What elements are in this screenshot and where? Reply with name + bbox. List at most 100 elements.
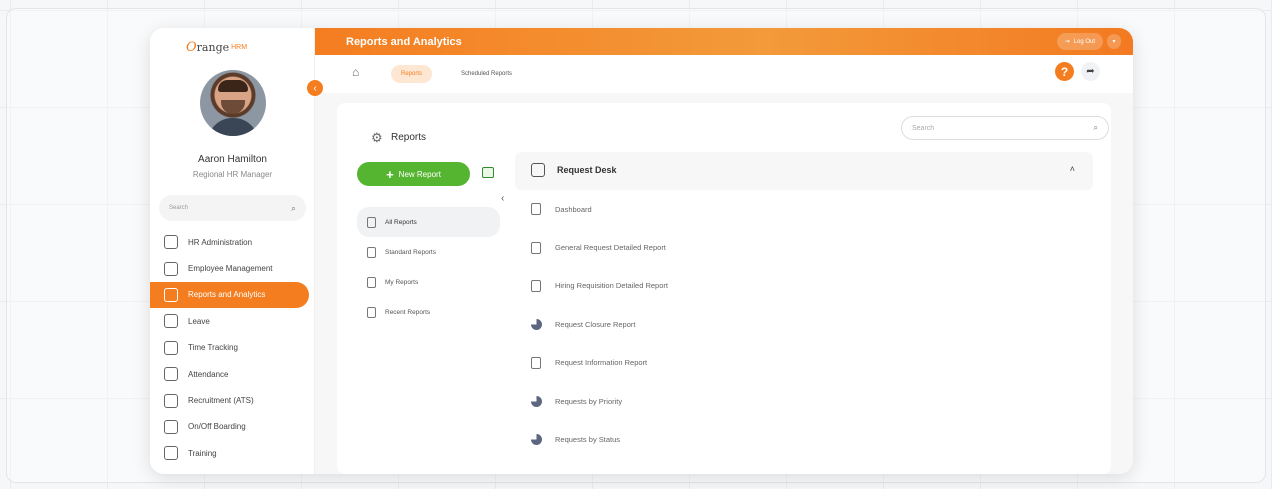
logo-word: range [196, 40, 230, 54]
sidebar-item-label: Employee Management [188, 264, 273, 274]
report-label: Request Information Report [555, 358, 648, 368]
document-icon [531, 356, 541, 369]
user-name: Aaron Hamilton [198, 154, 267, 165]
request-desk-header[interactable]: Request Desk ˄ [515, 152, 1093, 190]
subnav: ⌂ Reports Scheduled Reports ? ➦ [315, 55, 1133, 93]
list-item[interactable]: General Request Detailed Report [515, 228, 1093, 266]
sidebar-item-leave[interactable]: Leave [150, 308, 309, 334]
reports-gear-icon: ⚙ [371, 130, 383, 145]
report-label: Requests by Status [555, 435, 621, 445]
report-nav-all-reports[interactable]: All Reports [357, 207, 500, 237]
home-icon[interactable]: ⌂ [352, 65, 359, 79]
document-icon [367, 306, 376, 318]
report-label: Hiring Requisition Detailed Report [555, 281, 668, 291]
training-icon [164, 446, 178, 461]
sidebar-nav: HR Administration Employee Management Re… [150, 229, 315, 467]
logout-icon: ⇥ [1064, 39, 1070, 45]
sidebar-collapse-button[interactable]: ‹ [307, 80, 323, 96]
reports-search-placeholder: Search [912, 124, 935, 132]
report-label: Request Closure Report [555, 319, 636, 329]
sidebar-item-recruitment[interactable]: Recruitment (ATS) [150, 387, 309, 413]
reports-panel: ⚙ Reports Search ⌕ + New Report ‹ All Re… [337, 103, 1111, 474]
list-item[interactable]: Requests by Priority [515, 382, 1093, 420]
recruitment-icon [164, 393, 178, 408]
sidebar-item-training[interactable]: Training [150, 440, 309, 466]
sidebar-item-label: Training [188, 448, 217, 458]
sidebar-item-label: Attendance [188, 369, 229, 379]
list-item[interactable]: Hiring Requisition Detailed Report [515, 267, 1093, 305]
request-desk-title: Request Desk [557, 165, 617, 175]
reports-search-input[interactable]: Search ⌕ [901, 116, 1109, 140]
request-desk-list: Dashboard General Request Detailed Repor… [515, 190, 1093, 459]
user-document-icon [367, 276, 376, 288]
document-icon [367, 216, 376, 228]
sidebar-item-label: Reports and Analytics [188, 290, 266, 300]
search-icon: ⌕ [1093, 123, 1098, 132]
logo-hrm: HRM [231, 43, 248, 51]
sidebar-item-label: HR Administration [188, 237, 253, 247]
report-nav-label: My Reports [385, 278, 419, 286]
sidebar-item-time-tracking[interactable]: Time Tracking [150, 335, 309, 361]
new-report-label: New Report [398, 169, 441, 179]
report-nav-label: All Reports [385, 218, 417, 226]
report-nav-standard-reports[interactable]: Standard Reports [357, 237, 500, 267]
list-item[interactable]: Request Closure Report [515, 305, 1093, 343]
topbar: Reports and Analytics ⇥ Log Out ▾ [315, 28, 1133, 55]
sidebar-item-employee-management[interactable]: Employee Management [150, 255, 309, 281]
panel-title: Reports [391, 132, 427, 143]
plus-icon: + [386, 166, 394, 182]
sidebar-item-label: On/Off Boarding [188, 422, 246, 432]
document-icon [531, 203, 541, 216]
help-icon[interactable]: ? [1055, 62, 1074, 81]
report-category-nav: All Reports Standard Reports My Reports … [357, 207, 500, 327]
logout-button[interactable]: ⇥ Log Out [1056, 33, 1103, 50]
sidebar-item-onoff-boarding[interactable]: On/Off Boarding [150, 414, 309, 440]
chevron-left-icon[interactable]: ‹ [501, 193, 504, 204]
list-item[interactable]: Request Information Report [515, 344, 1093, 382]
pie-chart-icon [531, 434, 542, 446]
share-icon[interactable]: ➦ [1081, 62, 1100, 81]
sidebar-item-attendance[interactable]: Attendance [150, 361, 309, 387]
report-label: Requests by Priority [555, 396, 623, 406]
sidebar-item-reports-and-analytics[interactable]: Reports and Analytics [150, 281, 309, 309]
attendance-icon [164, 367, 178, 382]
folder-icon [531, 163, 545, 177]
pie-chart-icon [531, 318, 542, 330]
main-content: ⚙ Reports Search ⌕ + New Report ‹ All Re… [315, 93, 1133, 474]
report-nav-my-reports[interactable]: My Reports [357, 267, 500, 297]
sidebar-search-placeholder: Search [169, 205, 189, 211]
avatar[interactable] [200, 70, 266, 136]
sidebar-item-hr-administration[interactable]: HR Administration [150, 229, 309, 255]
report-label: Dashboard [555, 204, 592, 214]
onboarding-icon [164, 419, 178, 434]
sidebar-item-label: Time Tracking [188, 343, 238, 353]
report-nav-label: Standard Reports [385, 248, 436, 256]
logo: O range HRM [186, 36, 250, 58]
user-role: Regional HR Manager [192, 170, 273, 179]
list-item[interactable]: Requests by Status [515, 420, 1093, 458]
chevron-up-icon[interactable]: ˄ [1070, 164, 1075, 174]
app-window: O range HRM Aaron Hamilton Regional HR M… [150, 28, 1133, 474]
time-tracking-icon [164, 340, 178, 355]
logout-label: Log Out [1073, 38, 1095, 45]
request-desk-panel: Request Desk ˄ Dashboard General Request… [515, 152, 1093, 474]
logo-o: O [186, 39, 197, 55]
document-icon [531, 279, 541, 292]
tab-scheduled-reports[interactable]: Scheduled Reports [451, 65, 522, 83]
folder-icon[interactable] [482, 167, 494, 178]
report-nav-recent-reports[interactable]: Recent Reports [357, 297, 500, 327]
sidebar: O range HRM Aaron Hamilton Regional HR M… [150, 28, 315, 474]
employees-icon [164, 261, 178, 276]
tab-reports[interactable]: Reports [391, 65, 433, 83]
list-item[interactable]: Dashboard [515, 190, 1093, 228]
chevron-down-icon[interactable]: ▾ [1107, 34, 1121, 49]
sidebar-item-label: Recruitment (ATS) [188, 396, 254, 406]
sidebar-search-input[interactable]: Search ⌕ [159, 195, 306, 221]
pie-chart-icon [531, 395, 542, 407]
new-report-button[interactable]: + New Report [357, 162, 470, 186]
document-icon [531, 241, 541, 254]
hr-admin-icon [164, 235, 178, 250]
page-title: Reports and Analytics [346, 35, 462, 48]
reports-icon [164, 287, 178, 302]
report-label: General Request Detailed Report [555, 243, 666, 253]
